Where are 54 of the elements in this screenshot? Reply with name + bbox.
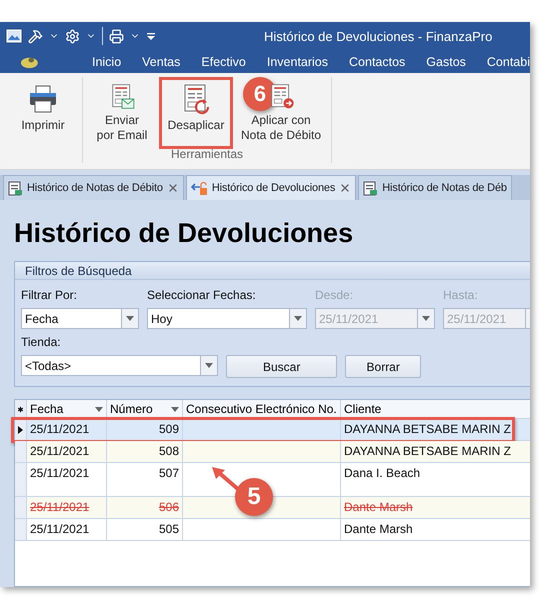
- close-icon[interactable]: [166, 182, 179, 194]
- document-tab[interactable]: Histórico de Notas de Débito: [3, 175, 184, 200]
- table-cell: Dante Marsh: [341, 519, 530, 541]
- ribbon-button[interactable]: Imprimir: [8, 79, 78, 147]
- window-title: Histórico de Devoluciones - FinanzaPro: [264, 28, 492, 44]
- document-icon: [8, 180, 23, 196]
- combo-arrow-icon: [95, 406, 103, 412]
- document-icon: [363, 180, 378, 196]
- field-label: Hasta:: [443, 288, 479, 302]
- field-label: Seleccionar Fechas:: [147, 288, 257, 302]
- ribbon-button[interactable]: Desaplicar: [161, 79, 231, 147]
- settings-icon[interactable]: [65, 28, 80, 44]
- field-label: Filtrar Por:: [21, 288, 78, 302]
- group-label: Herramientas: [171, 147, 244, 161]
- dropdown-field[interactable]: <Todas>: [21, 355, 218, 376]
- action-button[interactable]: Buscar: [226, 355, 338, 378]
- dropdown-field[interactable]: Hoy: [147, 308, 307, 329]
- printer-icon[interactable]: [109, 28, 124, 44]
- panel-title: Filtros de Búsqueda: [15, 262, 530, 280]
- current-row-icon: [18, 426, 23, 434]
- table-cell: 505: [107, 519, 183, 541]
- document-tab[interactable]: Histórico de Notas de Déb: [358, 175, 512, 200]
- table-cell: 25/11/2021: [27, 519, 107, 541]
- combo-arrow-icon: [171, 406, 179, 412]
- combo-arrow-icon: [294, 316, 302, 321]
- return-arrow-icon: [190, 180, 208, 196]
- combo-arrow-icon: [126, 316, 134, 321]
- table-row[interactable]: 25/11/2021 508 DAYANNA BETSABE MARIN Z: [15, 441, 530, 463]
- printer-icon: [27, 83, 59, 115]
- tab-label: Histórico de Notas de Déb: [382, 182, 507, 194]
- app-icon[interactable]: [6, 28, 22, 44]
- document-tab[interactable]: Histórico de Devoluciones: [186, 175, 356, 200]
- tools-icon[interactable]: [28, 28, 43, 44]
- ribbon-tab[interactable]: Efectivo: [201, 54, 246, 68]
- ribbon-tab[interactable]: Contactos: [349, 54, 406, 68]
- combo-arrow-icon: [204, 363, 213, 368]
- customize-icon[interactable]: [146, 31, 156, 41]
- page-title: Histórico de Devoluciones: [14, 218, 354, 249]
- table-row[interactable]: 25/11/2021 505 Dante Marsh: [15, 519, 530, 541]
- tab-label: Histórico de Notas de Débito: [27, 182, 163, 194]
- field-label: Tienda:: [21, 335, 62, 349]
- close-icon[interactable]: [339, 182, 352, 194]
- asterisk-icon: [16, 404, 25, 414]
- ribbon-tab[interactable]: Inicio: [92, 54, 122, 68]
- ribbon-tab[interactable]: Contabi: [486, 54, 530, 68]
- field-label: Desde:: [315, 288, 354, 302]
- ribbon-button[interactable]: Enviar por Email: [87, 79, 157, 147]
- combo-arrow-icon: [422, 316, 430, 321]
- ribbon-tab[interactable]: Ventas: [142, 54, 180, 68]
- tab-label: Histórico de Devoluciones: [212, 182, 336, 194]
- ribbon-tab[interactable]: Inventarios: [266, 54, 328, 68]
- dropdown-field[interactable]: Fecha: [21, 308, 139, 329]
- action-button[interactable]: Borrar: [345, 355, 421, 378]
- ribbon-tab[interactable]: Gastos: [426, 54, 466, 68]
